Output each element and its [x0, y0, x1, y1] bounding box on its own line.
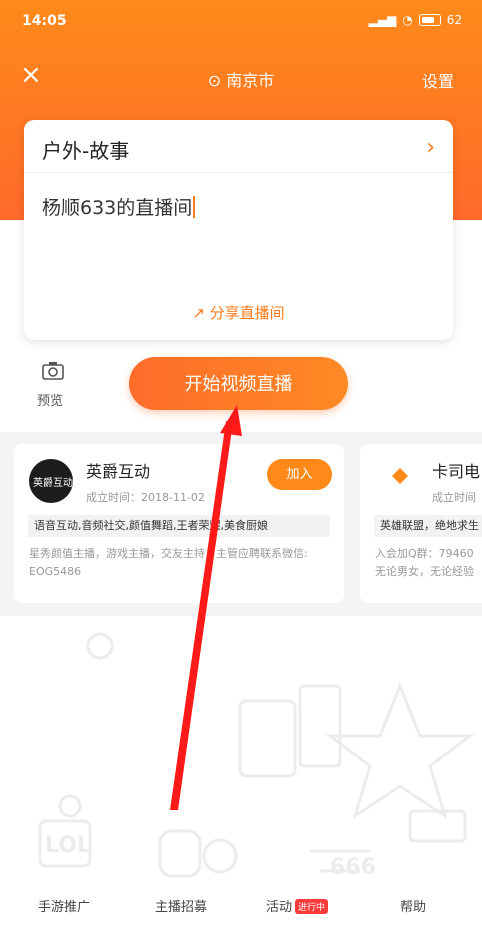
- text-cursor: [193, 196, 196, 218]
- start-video-live-button[interactable]: 开始视频直播: [129, 357, 348, 410]
- signal-icon: ▂▄▆: [368, 13, 397, 27]
- guild-description: 入会加Q群：79460 无论男女，无论经验: [375, 545, 482, 581]
- location-label: 南京市: [226, 71, 275, 90]
- guild-description-line: 入会加Q群：79460: [375, 547, 474, 560]
- guild-description: 星秀颜值主播，游戏主播，交友主持，主管应聘联系微信: EOG5486: [29, 545, 334, 581]
- share-label: 分享直播间: [209, 304, 285, 322]
- preview-label[interactable]: 预览: [37, 390, 63, 409]
- guild-logo: [380, 466, 420, 496]
- guild-description-line: 无论男女，无论经验: [375, 565, 474, 578]
- svg-text:666: 666: [330, 855, 376, 880]
- share-icon: ↗: [192, 304, 205, 322]
- location-pin-icon: ⊙: [207, 71, 222, 90]
- wifi-icon: ◔: [402, 13, 413, 27]
- guild-founded-date: 成立时间：2018-11-02: [86, 491, 205, 504]
- top-nav: × ⊙ 南京市 设置: [0, 58, 482, 98]
- status-time: 14:05: [22, 13, 67, 29]
- guild-tags: 英雄联盟，绝地求生: [374, 515, 482, 537]
- nav-item-game-promotion[interactable]: 手游推广: [38, 896, 90, 915]
- status-bar: 14:05 ▂▄▆ ◔ 62: [0, 0, 482, 44]
- guild-name: 卡司电: [432, 462, 481, 481]
- room-title-text: 杨顺633的直播间: [42, 197, 193, 219]
- category-selector[interactable]: 户外-故事: [42, 135, 129, 164]
- battery-level: 62: [446, 13, 462, 27]
- guild-logo: 英爵互动: [29, 459, 73, 503]
- battery-icon: [418, 14, 441, 26]
- share-room-button[interactable]: ↗ 分享直播间: [24, 302, 453, 323]
- guild-tags: 语音互动,音频社交,颜值舞蹈,王者荣耀,美食厨娘: [28, 515, 330, 537]
- decorative-background-doodles: LOL 666: [38, 632, 475, 880]
- guild-name: 英爵互动: [86, 462, 151, 481]
- nav-item-streamer-recruitment[interactable]: 主播招募: [155, 896, 207, 915]
- guild-card[interactable]: 卡司电 成立时间 英雄联盟，绝地求生 入会加Q群：79460 无论男女，无论经验: [360, 444, 482, 603]
- nav-item-help[interactable]: 帮助: [400, 896, 426, 915]
- guild-card[interactable]: 英爵互动 英爵互动 成立时间：2018-11-02 加入 语音互动,音频社交,颜…: [14, 444, 344, 603]
- divider: [24, 172, 453, 173]
- room-title-input[interactable]: 杨顺633的直播间: [42, 193, 196, 220]
- chevron-right-icon[interactable]: ›: [426, 135, 435, 160]
- guild-founded-date: 成立时间: [432, 491, 476, 504]
- guild-description-line: 星秀颜值主播，游戏主播，交友主持，主管应聘联系微信:: [29, 547, 308, 560]
- nav-item-activities[interactable]: 活动 进行中: [266, 896, 329, 915]
- status-icons: ▂▄▆ ◔ 62: [369, 13, 462, 27]
- status-badge: 进行中: [295, 899, 329, 914]
- join-button[interactable]: 加入: [267, 459, 332, 490]
- nav-activities-label: 活动: [266, 900, 293, 915]
- location[interactable]: ⊙ 南京市: [0, 67, 482, 91]
- live-room-card: 户外-故事 › 杨顺633的直播间 ↗ 分享直播间: [24, 120, 453, 340]
- guild-description-line: EOG5486: [29, 565, 82, 578]
- bottom-nav: 手游推广 主播招募 活动 进行中 帮助: [0, 888, 482, 920]
- svg-text:LOL: LOL: [45, 833, 91, 858]
- guild-logo-text: 英爵互动: [33, 478, 73, 489]
- camera-icon[interactable]: [38, 360, 68, 386]
- settings-button[interactable]: 设置: [422, 68, 454, 92]
